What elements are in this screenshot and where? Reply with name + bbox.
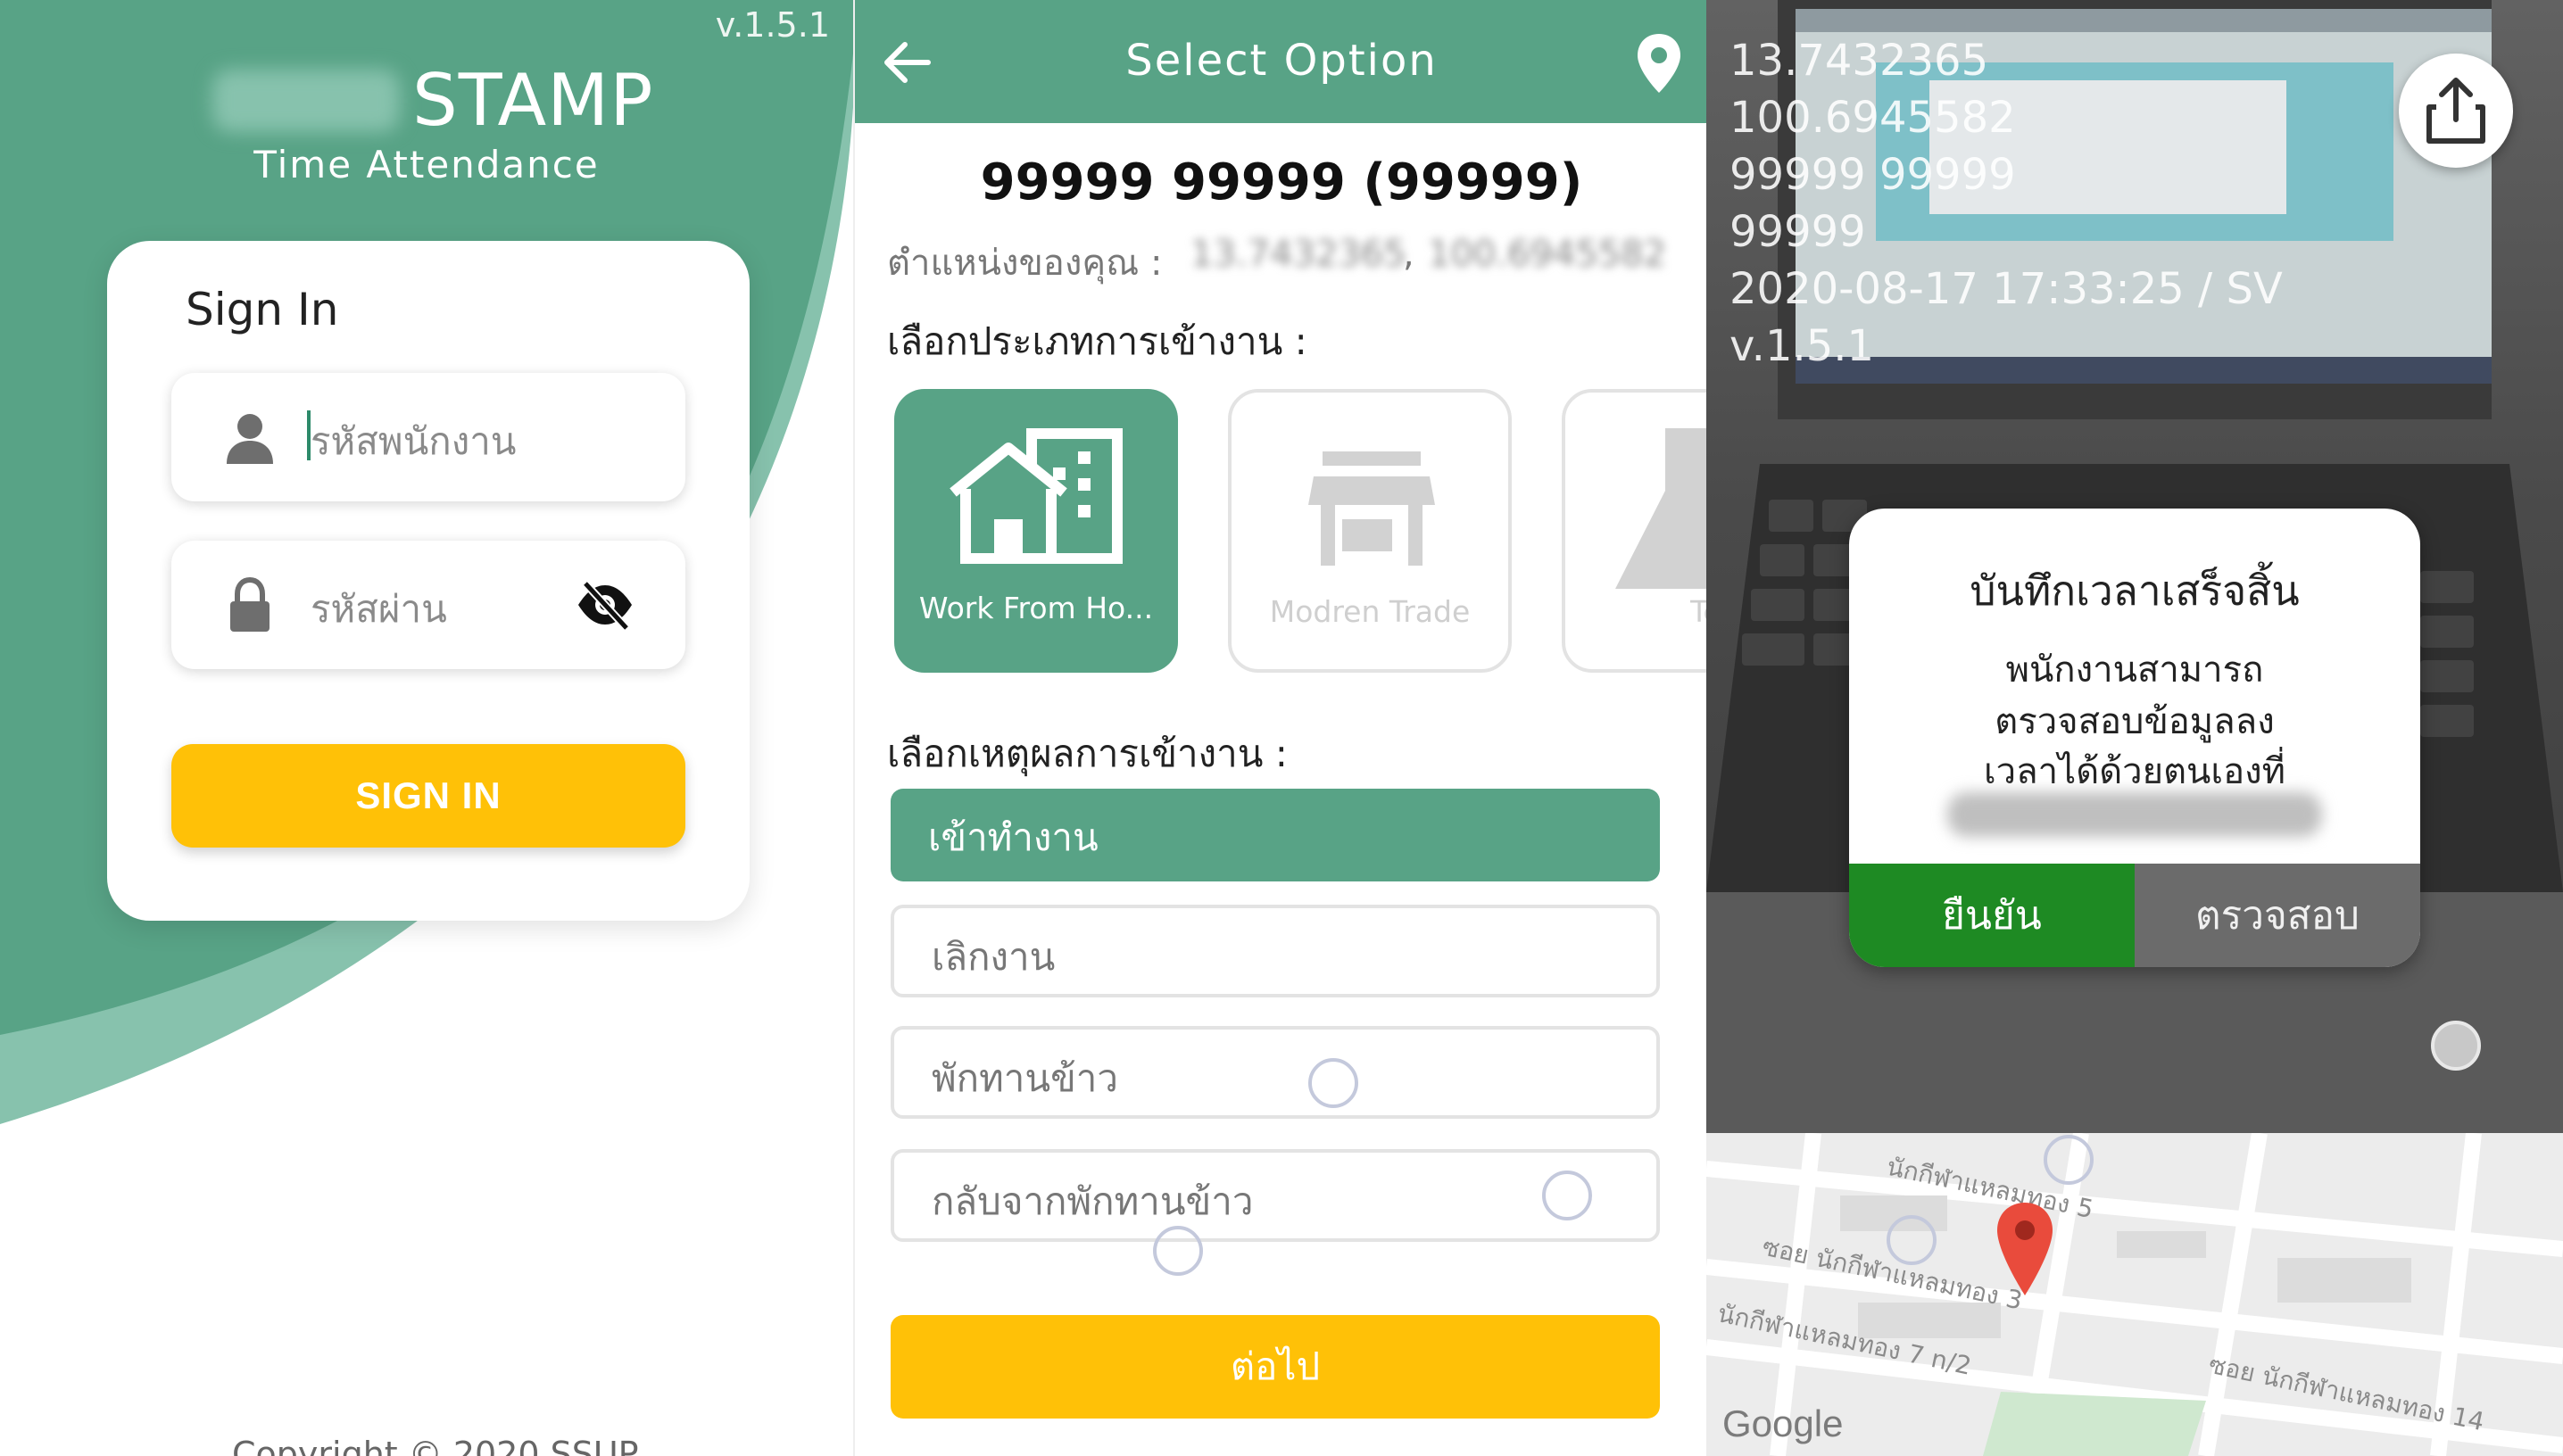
map-marker-icon[interactable] (1994, 1201, 2056, 1299)
page-title: Select Option (1125, 36, 1438, 86)
blurred-url (1947, 792, 2322, 837)
employee-id: 99999 99999 (99999) (980, 153, 1583, 211)
reason-option-check-out[interactable]: เลิกงาน (891, 905, 1660, 997)
copyright-text: Copyright © 2020 SSUP (232, 1435, 639, 1456)
home-office-icon (950, 428, 1123, 564)
signin-title: Sign In (186, 284, 339, 335)
store-icon (1308, 451, 1435, 566)
record-complete-dialog: บันทึกเวลาเสร็จสิ้น พนักงานสามารถ ตรวจสอ… (1849, 509, 2420, 967)
reason-text: เข้าทำงาน (928, 815, 1099, 859)
location-label: ตำแหน่งของคุณ : (887, 243, 1163, 284)
location-longitude: 100.6945582 (1428, 234, 1667, 275)
confirm-button[interactable]: ยืนยัน (1849, 864, 2135, 967)
app-logo: STAMP (205, 54, 669, 143)
flask-icon (1615, 428, 1706, 589)
overlay-timestamp: 2020-08-17 17:33:25 / SV (1729, 264, 2283, 314)
dialog-message-line: พนักงานสามารถ (2005, 649, 2264, 691)
work-type-label-1: Modren Trade (1269, 594, 1471, 629)
overlay-longitude: 100.6945582 (1729, 93, 2016, 143)
dialog-message-line: ตรวจสอบข้อมูลลง (1995, 701, 2275, 742)
app-name: STAMP (412, 59, 654, 142)
record-confirm-screen: 13.7432365 100.6945582 99999 99999 99999… (1706, 0, 2563, 1456)
check-button[interactable]: ตรวจสอบ (2135, 864, 2420, 967)
work-type-label-2: Te (1690, 594, 1706, 629)
work-type-option-third[interactable]: Te (1562, 389, 1706, 673)
location-latitude: 13.7432365 (1190, 234, 1406, 275)
username-placeholder: รหัสพนักงาน (311, 419, 517, 463)
reason-option-check-in[interactable]: เข้าทำงาน (891, 789, 1660, 881)
password-field[interactable]: รหัสผ่าน (171, 541, 685, 669)
app-bar: Select Option (855, 0, 1706, 123)
location-separator: , (1403, 234, 1414, 275)
reason-text: พักทานข้าว (932, 1056, 1118, 1100)
dialog-message-line: เวลาได้ด้วยตนเองที่ (1984, 751, 2285, 792)
signin-card: Sign In รหัสพนักงาน รหัสผ่าน SIGN IN (107, 241, 750, 921)
touch-indicator (1887, 1215, 1937, 1265)
overlay-employee-id: 99999 99999 (1729, 150, 2016, 200)
google-logo: Google (1722, 1402, 1844, 1444)
login-screen: v.1.5.1 STAMP Time Attendance Sign In รห… (0, 0, 853, 1456)
reason-option-lunch-break[interactable]: พักทานข้าว (891, 1026, 1660, 1119)
work-type-option-work-from-home[interactable]: Work From Ho... (894, 389, 1178, 673)
next-button[interactable]: ต่อไป (891, 1315, 1660, 1419)
work-type-label-0: Work From Ho... (918, 591, 1154, 625)
overlay-latitude: 13.7432365 (1729, 36, 1989, 86)
app-version: v.1.5.1 (715, 5, 830, 45)
signin-button[interactable]: SIGN IN (171, 744, 685, 848)
touch-indicator (2044, 1135, 2094, 1185)
overlay-version: v.1.5.1 (1729, 321, 1875, 371)
blurred-brand-mark (212, 70, 400, 132)
overlay-employee-code: 99999 (1729, 207, 1866, 257)
captured-photo: 13.7432365 100.6945582 99999 99999 99999… (1706, 0, 2563, 1133)
user-icon (227, 414, 273, 464)
password-placeholder: รหัสผ่าน (311, 587, 447, 631)
touch-indicator (1153, 1226, 1203, 1276)
work-type-option-modern-trade[interactable]: Modren Trade (1228, 389, 1512, 673)
touch-indicator (1308, 1058, 1358, 1108)
lock-icon (230, 576, 270, 632)
select-option-screen: Select Option 99999 99999 (99999) ตำแหน่… (853, 0, 1706, 1456)
eye-off-icon[interactable] (576, 580, 634, 630)
work-type-label: เลือกประเภทการเข้างาน : (887, 319, 1307, 363)
reason-label: เลือกเหตุผลการเข้างาน : (887, 732, 1288, 775)
username-field[interactable]: รหัสพนักงาน (171, 373, 685, 501)
app-subtitle: Time Attendance (253, 143, 600, 186)
share-button[interactable] (2399, 54, 2513, 168)
reason-text: เลิกงาน (932, 935, 1056, 979)
reason-text: กลับจากพักทานข้าว (932, 1179, 1254, 1223)
touch-indicator (1542, 1171, 1592, 1220)
location-pin-icon[interactable] (1635, 32, 1683, 95)
share-icon (2426, 78, 2485, 144)
dialog-title: บันทึกเวลาเสร็จสิ้น (1970, 567, 2300, 615)
location-map[interactable]: นักกีฬาแหลมทอง 5 ซอย นักกีฬาแหลมทอง 3 นั… (1706, 1133, 2563, 1456)
